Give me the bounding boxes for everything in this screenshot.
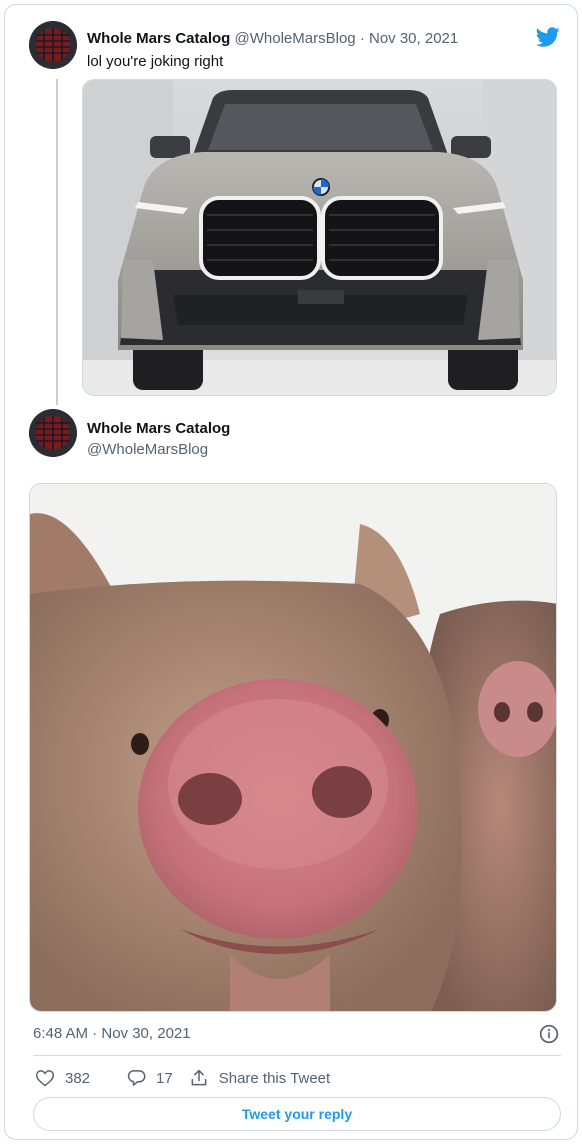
reply-count: 17 (156, 1069, 173, 1087)
heart-icon (35, 1070, 55, 1087)
reply-bubble-icon (127, 1070, 146, 1086)
info-icon[interactable] (539, 1024, 559, 1044)
twitter-logo-icon[interactable] (535, 25, 561, 49)
tweet-actions: 382 17 Share this Tweet (33, 1065, 330, 1091)
author-name[interactable]: Whole Mars Catalog (87, 419, 230, 439)
parent-tweet-text: lol you're joking right (87, 53, 224, 70)
thread-connector-line (56, 79, 58, 405)
author-name[interactable]: Whole Mars Catalog (87, 30, 230, 47)
embedded-tweet-card: Whole Mars Catalog @WholeMarsBlog · Nov … (4, 4, 578, 1140)
separator-dot: · (359, 30, 365, 47)
share-label: Share this Tweet (218, 1069, 331, 1087)
divider (33, 1055, 561, 1056)
author-handle[interactable]: @WholeMarsBlog (87, 440, 208, 460)
author-avatar[interactable] (29, 409, 77, 457)
like-count: 382 (65, 1069, 91, 1087)
parent-tweet-header: Whole Mars Catalog @WholeMarsBlog · Nov … (87, 29, 458, 49)
reply-button[interactable]: 17 (126, 1068, 173, 1088)
car-photo[interactable] (82, 79, 557, 396)
author-handle[interactable]: @WholeMarsBlog (235, 30, 356, 47)
like-button[interactable]: 382 (35, 1068, 90, 1088)
tweet-date[interactable]: Nov 30, 2021 (369, 30, 458, 47)
tweet-your-reply-button[interactable]: Tweet your reply (33, 1097, 561, 1131)
share-icon (191, 1069, 207, 1086)
author-avatar[interactable] (29, 21, 77, 69)
tweet-timestamp[interactable]: 6:48 AM · Nov 30, 2021 (33, 1024, 191, 1044)
share-button[interactable]: Share this Tweet (189, 1068, 330, 1088)
pig-photo[interactable] (29, 483, 557, 1012)
